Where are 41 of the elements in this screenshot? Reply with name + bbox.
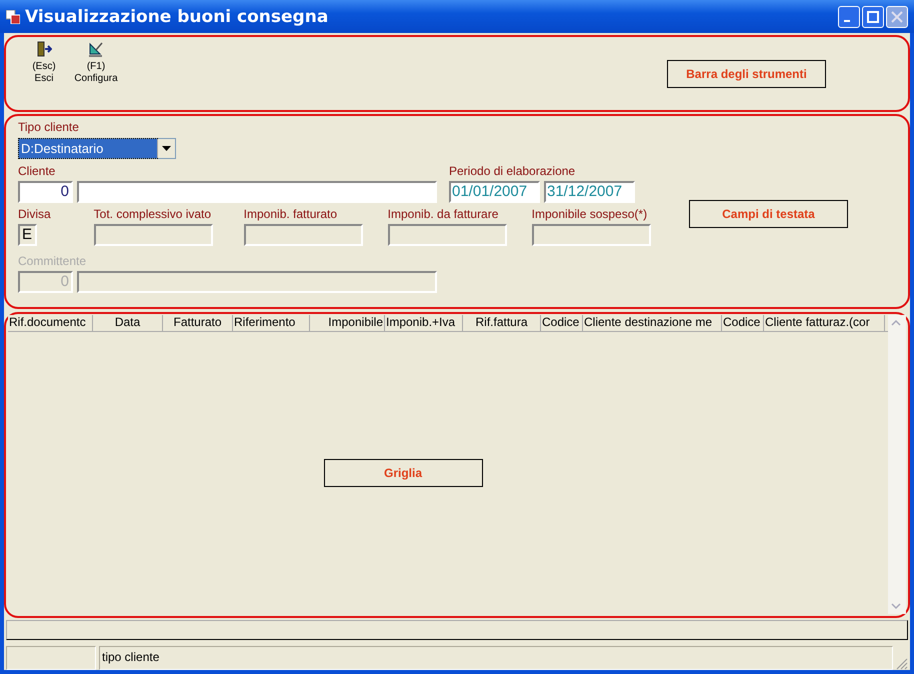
field-label: Imponib. fatturato bbox=[244, 207, 338, 222]
date-field[interactable]: 31/12/2007 bbox=[544, 181, 635, 203]
readonly-field: E bbox=[18, 224, 37, 246]
close-icon bbox=[891, 10, 903, 22]
annotation-label: Campi di testata bbox=[689, 200, 848, 228]
column-header[interactable]: Riferimento bbox=[233, 315, 310, 331]
field-label: Divisa bbox=[18, 207, 51, 222]
toolbar-button[interactable]: (Esc) Esci bbox=[18, 39, 70, 87]
column-header[interactable]: Imponib.+Iva bbox=[385, 315, 463, 331]
maximize-button[interactable] bbox=[862, 6, 884, 28]
close-button[interactable] bbox=[886, 6, 908, 28]
minimize-button[interactable] bbox=[838, 6, 860, 28]
toolbar-button[interactable]: (F1) Configura bbox=[70, 39, 122, 87]
date-field[interactable]: 01/01/2007 bbox=[449, 181, 540, 203]
maximize-icon bbox=[867, 10, 879, 22]
annotation-label: Barra degli strumenti bbox=[667, 60, 826, 88]
field-label: Cliente bbox=[18, 164, 56, 179]
minimize-icon bbox=[844, 20, 850, 22]
client-code-field[interactable]: 0 bbox=[18, 181, 73, 203]
resize-grip-icon bbox=[896, 658, 908, 670]
column-header[interactable]: Codice bbox=[722, 315, 764, 331]
client-type-dropdown[interactable]: D:Destinatario bbox=[18, 138, 176, 159]
field-label: Imponib. da fatturare bbox=[388, 207, 500, 222]
field-label: Tipo cliente bbox=[18, 120, 80, 135]
principal-name-field[interactable] bbox=[77, 271, 437, 293]
column-header[interactable]: Rif.documentc bbox=[8, 315, 93, 331]
door-icon bbox=[36, 41, 52, 57]
column-header[interactable]: Cliente destinazione me bbox=[583, 315, 722, 331]
window-title: Visualizzazione buoni consegna bbox=[25, 6, 328, 26]
field-label: Imponibile sospeso(*) bbox=[532, 207, 648, 222]
column-header[interactable]: Cliente fatturaz.(cor bbox=[764, 315, 885, 331]
column-header[interactable]: Codice bbox=[541, 315, 583, 331]
field-label: Periodo di elaborazione bbox=[449, 164, 576, 179]
status-text: tipo cliente bbox=[99, 646, 893, 670]
client-name-field[interactable] bbox=[77, 181, 437, 203]
scrollbar[interactable] bbox=[888, 315, 906, 614]
field-label: Committente bbox=[18, 254, 88, 269]
annotation-label: Griglia bbox=[324, 459, 482, 487]
app-icon bbox=[6, 10, 20, 24]
dropdown-arrow-icon bbox=[162, 146, 171, 151]
field-label: Tot. complessivo ivato bbox=[94, 207, 212, 222]
